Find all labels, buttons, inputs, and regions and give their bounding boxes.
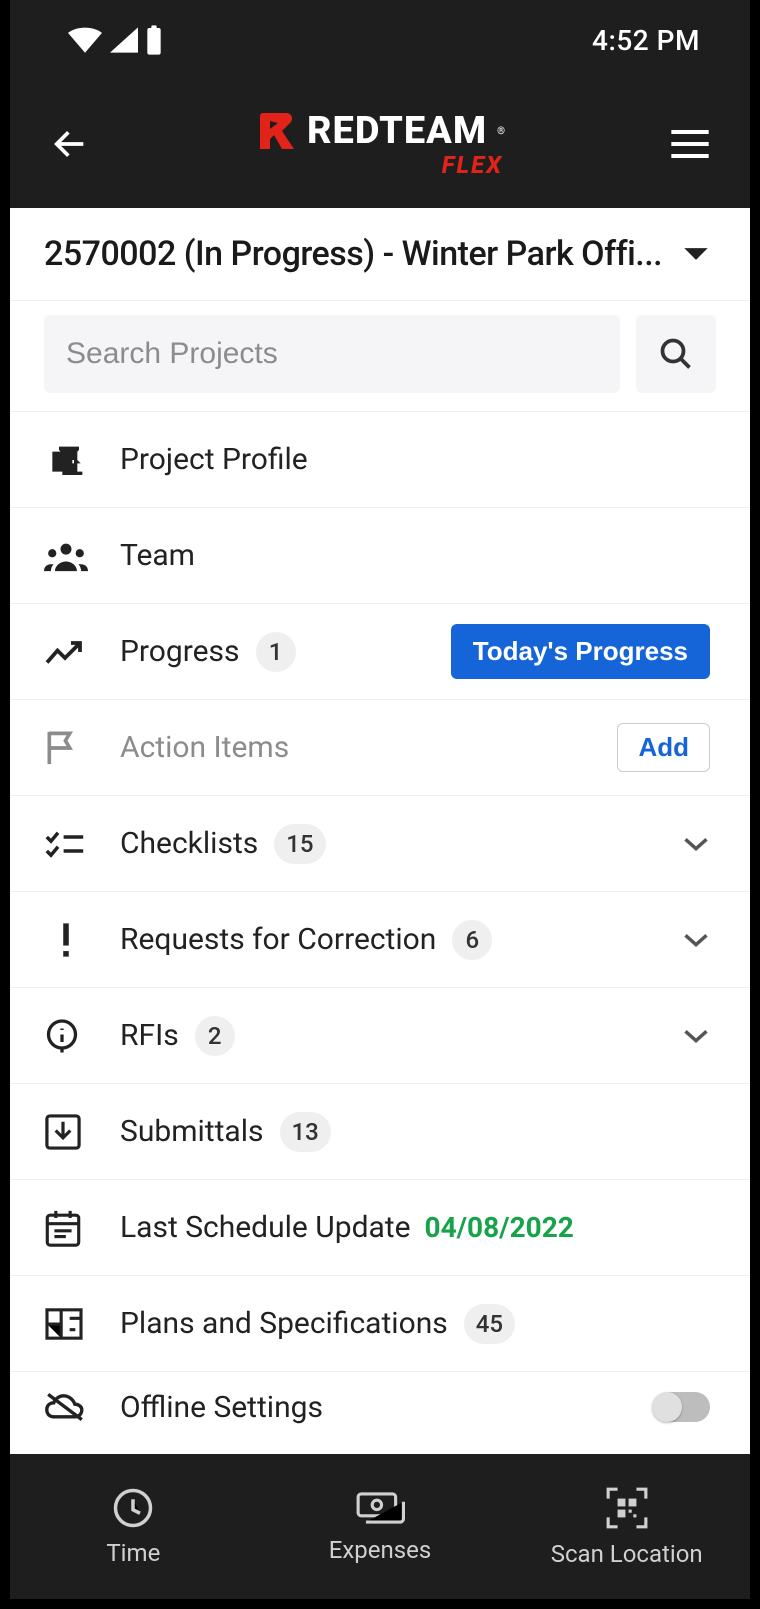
plans-label: Plans and Specifications xyxy=(120,1306,448,1341)
priority-icon xyxy=(61,922,71,958)
nav-time-label: Time xyxy=(106,1539,160,1567)
nav-scan-location[interactable]: Scan Location xyxy=(503,1486,750,1568)
nav-scan-label: Scan Location xyxy=(551,1540,703,1568)
chevron-down-icon xyxy=(682,931,710,949)
menu-list: Project Profile Team Progress 1 Today's … xyxy=(10,412,750,1454)
row-offline-settings[interactable]: Offline Settings xyxy=(10,1372,750,1442)
money-icon xyxy=(355,1490,405,1526)
row-team[interactable]: Team xyxy=(10,508,750,604)
logo-r-icon xyxy=(255,109,297,153)
calendar-icon xyxy=(44,1208,82,1248)
row-action-items[interactable]: Action Items Add xyxy=(10,700,750,796)
status-time: 4:52 PM xyxy=(592,24,700,57)
crane-icon xyxy=(44,440,84,480)
checklist-icon xyxy=(44,829,86,859)
rfis-badge: 2 xyxy=(195,1016,235,1056)
row-progress[interactable]: Progress 1 Today's Progress xyxy=(10,604,750,700)
cellular-icon xyxy=(110,27,138,53)
row-submittals[interactable]: Submittals 13 xyxy=(10,1084,750,1180)
action-items-label: Action Items xyxy=(120,730,289,765)
row-plans-and-specifications[interactable]: Plans and Specifications 45 xyxy=(10,1276,750,1372)
qr-scan-icon xyxy=(605,1486,649,1530)
row-last-schedule-update[interactable]: Last Schedule Update 04/08/2022 xyxy=(10,1180,750,1276)
cloud-off-icon xyxy=(44,1391,86,1423)
search-row xyxy=(10,301,750,412)
checklists-badge: 15 xyxy=(274,824,325,864)
back-button[interactable] xyxy=(46,120,94,168)
row-checklists[interactable]: Checklists 15 xyxy=(10,796,750,892)
project-selector[interactable]: 2570002 (In Progress) - Winter Park Offi… xyxy=(10,208,750,301)
bottom-nav: Time Expenses Scan Location xyxy=(10,1454,750,1599)
logo-sub-text: FLEX xyxy=(442,151,503,179)
status-bar: 4:52 PM xyxy=(10,0,750,80)
nav-expenses[interactable]: Expenses xyxy=(257,1490,504,1564)
info-icon xyxy=(44,1018,80,1054)
offline-toggle[interactable] xyxy=(654,1392,710,1422)
app-bar: REDTEAM ® FLEX xyxy=(10,80,750,208)
schedule-date: 04/08/2022 xyxy=(425,1211,574,1244)
flag-icon xyxy=(44,729,78,767)
rfc-label: Requests for Correction xyxy=(120,922,436,957)
todays-progress-button[interactable]: Today's Progress xyxy=(451,624,710,679)
search-button[interactable] xyxy=(636,315,716,393)
battery-icon xyxy=(146,25,162,55)
nav-time[interactable]: Time xyxy=(10,1487,257,1567)
download-tray-icon xyxy=(44,1113,82,1151)
status-icons xyxy=(68,25,162,55)
row-requests-for-correction[interactable]: Requests for Correction 6 xyxy=(10,892,750,988)
progress-label: Progress xyxy=(120,634,240,669)
schedule-label: Last Schedule Update xyxy=(120,1210,411,1245)
logo-brand-text: REDTEAM xyxy=(307,109,487,153)
logo-tm: ® xyxy=(497,126,505,137)
trending-up-icon xyxy=(44,638,86,666)
rfis-label: RFIs xyxy=(120,1018,179,1053)
hamburger-icon xyxy=(670,128,710,160)
blueprint-icon xyxy=(44,1307,84,1341)
submittals-label: Submittals xyxy=(120,1114,264,1149)
nav-expenses-label: Expenses xyxy=(329,1536,432,1564)
add-action-item-button[interactable]: Add xyxy=(617,723,710,772)
menu-button[interactable] xyxy=(666,120,714,168)
search-icon xyxy=(658,336,694,372)
plans-badge: 45 xyxy=(464,1304,515,1344)
offline-label: Offline Settings xyxy=(120,1390,323,1425)
search-input[interactable] xyxy=(44,315,620,393)
progress-badge: 1 xyxy=(256,632,296,672)
row-project-profile[interactable]: Project Profile xyxy=(10,412,750,508)
rfc-badge: 6 xyxy=(452,920,492,960)
clock-icon xyxy=(112,1487,154,1529)
chevron-down-icon xyxy=(682,1027,710,1045)
chevron-down-icon xyxy=(682,835,710,853)
submittals-badge: 13 xyxy=(280,1112,331,1152)
project-profile-label: Project Profile xyxy=(120,442,308,477)
checklists-label: Checklists xyxy=(120,826,258,861)
team-icon xyxy=(44,540,88,572)
project-title: 2570002 (In Progress) - Winter Park Offi… xyxy=(44,234,662,274)
wifi-icon xyxy=(68,27,102,53)
app-logo: REDTEAM ® FLEX xyxy=(114,109,646,179)
dropdown-icon xyxy=(682,245,710,263)
arrow-left-icon xyxy=(50,124,90,164)
row-rfis[interactable]: RFIs 2 xyxy=(10,988,750,1084)
team-label: Team xyxy=(120,538,195,573)
